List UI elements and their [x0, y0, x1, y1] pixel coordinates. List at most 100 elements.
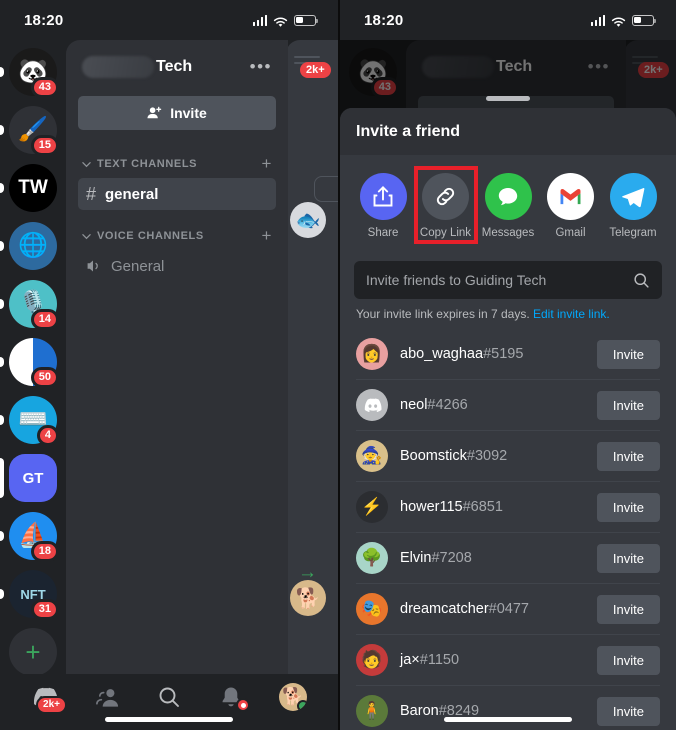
text-channels-category[interactable]: TEXT CHANNELS + [78, 148, 276, 178]
chat-panel-peek[interactable]: 2k+ 🐟 → 🐕 [286, 40, 338, 730]
unread-pill [0, 241, 4, 251]
invite-button[interactable]: Invite [596, 594, 660, 624]
share-option-share[interactable]: Share [354, 169, 412, 241]
friend-name: Elvin#7208 [400, 550, 472, 566]
share-options-row[interactable]: Share Copy Link Messages Gmail Telegram [340, 155, 676, 251]
share-option-gmail[interactable]: Gmail [542, 169, 600, 241]
online-status-indicator [297, 700, 307, 711]
friend-row[interactable]: 🧍 Baron#8249 Invite [356, 686, 660, 730]
channel-name: general [105, 185, 159, 203]
person-add-icon [147, 106, 162, 118]
friend-name: hower115#6851 [400, 499, 503, 515]
friend-name: Boomstick#3092 [400, 448, 508, 464]
friend-name: dreamcatcher#0477 [400, 601, 529, 617]
invite-friend-sheet: Invite a friend Share Copy Link Messages… [340, 108, 676, 730]
server-item[interactable]: 🐼 43 [0, 48, 59, 98]
dual-screenshot: 18:20 🐼 43 🖌️ 15 TW 🌐 🎙️ 14 50 ⌨️ 4 GT ⛵… [0, 0, 676, 730]
add-server-button[interactable]: + [9, 628, 57, 676]
status-bar: 18:20 [0, 0, 338, 40]
nav-servers-button[interactable]: 2k+ [25, 680, 67, 714]
more-options-icon[interactable]: ••• [250, 57, 272, 77]
chevron-down-icon [82, 161, 91, 167]
channel-item-general[interactable]: # general [78, 178, 276, 210]
unread-pill [0, 357, 4, 367]
add-voice-channel-icon[interactable]: + [261, 226, 272, 246]
unread-pill [0, 125, 4, 135]
server-rail[interactable]: 🐼 43 🖌️ 15 TW 🌐 🎙️ 14 50 ⌨️ 4 GT ⛵ 18 NF… [0, 40, 66, 730]
share-icon [359, 173, 407, 220]
status-bar-icons [590, 14, 656, 27]
share-option-telegram[interactable]: Telegram [604, 169, 662, 241]
server-item[interactable]: 🎙️ 14 [0, 280, 59, 330]
voice-channel-name: General [111, 257, 165, 275]
cellular-signal-icon [590, 14, 605, 26]
voice-channel-item-general[interactable]: General [78, 250, 276, 282]
search-icon [159, 687, 179, 707]
avatar: 👩 [356, 338, 388, 370]
server-item[interactable]: 50 [0, 338, 59, 388]
selected-pill [0, 458, 4, 498]
server-badge: 50 [30, 367, 59, 388]
server-item[interactable]: 🖌️ 15 [0, 106, 59, 156]
friend-row[interactable]: ⚡ hower115#6851 Invite [356, 482, 660, 533]
status-bar-clock: 18:20 [24, 11, 64, 29]
server-item[interactable]: NFT 31 [0, 570, 59, 620]
avatar[interactable]: 🐕 [279, 683, 307, 711]
speaker-icon [87, 260, 98, 272]
nav-search-button[interactable] [149, 680, 189, 714]
invite-button[interactable]: Invite [596, 543, 660, 573]
left-phone-screen: 18:20 🐼 43 🖌️ 15 TW 🌐 🎙️ 14 50 ⌨️ 4 GT ⛵… [0, 0, 338, 730]
invite-button[interactable]: Invite [596, 339, 660, 369]
invite-button[interactable]: Invite [78, 96, 276, 130]
hash-icon: # [86, 183, 97, 204]
category-label: TEXT CHANNELS [97, 158, 198, 170]
friend-row[interactable]: 🎭 dreamcatcher#0477 Invite [356, 584, 660, 635]
server-initials: GT [22, 469, 44, 487]
status-bar-clock: 18:20 [364, 11, 404, 29]
battery-icon [632, 14, 656, 26]
server-item-gt[interactable]: GT [0, 454, 57, 502]
share-option-label: Share [367, 227, 399, 239]
friend-row[interactable]: 👩 abo_waghaa#5195 Invite [356, 329, 660, 380]
nav-notifications-button[interactable] [211, 680, 251, 714]
nav-profile-button[interactable]: 🐕 [273, 680, 313, 714]
invite-button[interactable]: Invite [596, 441, 660, 471]
server-header[interactable]: Tech ••• [78, 40, 276, 94]
telegram-icon [609, 173, 657, 220]
search-input[interactable] [366, 272, 625, 288]
share-option-copy-link[interactable]: Copy Link [413, 166, 478, 244]
invite-search-box[interactable] [354, 261, 662, 299]
unread-pill [0, 183, 4, 193]
nav-friends-button[interactable] [87, 680, 127, 714]
server-avatar[interactable]: GT [9, 454, 57, 502]
server-item[interactable]: TW [0, 164, 57, 212]
add-text-channel-icon[interactable]: + [261, 154, 272, 174]
invite-button[interactable]: Invite [596, 390, 660, 420]
friend-row[interactable]: 🧙 Boomstick#3092 Invite [356, 431, 660, 482]
server-avatar[interactable]: 🌐 [9, 222, 57, 270]
invite-button[interactable]: Invite [596, 645, 660, 675]
server-initials: TW [18, 177, 48, 198]
friend-list[interactable]: 👩 abo_waghaa#5195 Invite neol#4266 Invit… [340, 329, 676, 730]
share-option-messages[interactable]: Messages [479, 169, 537, 241]
server-badge: 14 [30, 309, 59, 330]
voice-channels-category[interactable]: VOICE CHANNELS + [78, 220, 276, 250]
edit-invite-link[interactable]: Edit invite link. [533, 307, 610, 321]
server-item[interactable]: ⛵ 18 [0, 512, 59, 562]
server-item[interactable]: 🌐 [0, 222, 57, 270]
friend-row[interactable]: 🌳 Elvin#7208 Invite [356, 533, 660, 584]
invite-button[interactable]: Invite [596, 696, 660, 726]
server-badge: 31 [30, 599, 59, 620]
friends-icon [95, 689, 118, 707]
server-avatar[interactable]: TW [9, 164, 57, 212]
invite-expiry-text: Your invite link expires in 7 days. Edit… [340, 299, 676, 329]
friend-row[interactable]: 🧑 ja×#1150 Invite [356, 635, 660, 686]
friend-row[interactable]: neol#4266 Invite [356, 380, 660, 431]
unread-pill [0, 531, 4, 541]
server-item[interactable]: ⌨️ 4 [0, 396, 59, 446]
channel-drawer: Tech ••• Invite TEXT CHANNELS + # genera… [66, 40, 288, 674]
sheet-drag-handle[interactable] [486, 96, 530, 101]
chat-peek-header: 2k+ [286, 40, 338, 96]
invite-button[interactable]: Invite [596, 492, 660, 522]
right-phone-screen: 18:20 🐼 43 Tech ••• [338, 0, 676, 730]
